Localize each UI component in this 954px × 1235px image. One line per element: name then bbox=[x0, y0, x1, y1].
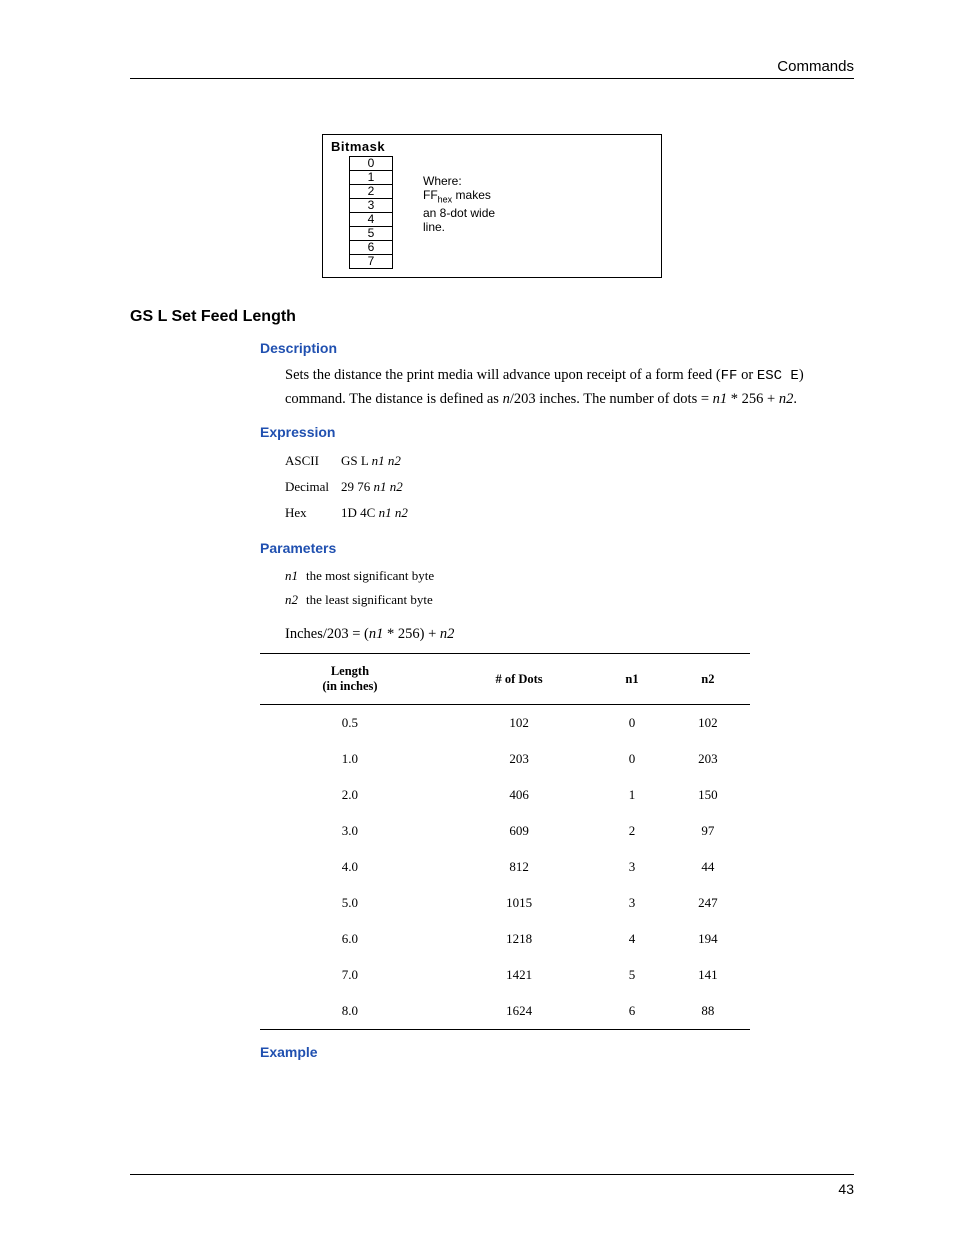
table-cell: 44 bbox=[666, 849, 750, 885]
bitmask-title: Bitmask bbox=[331, 139, 653, 154]
table-cell: 1015 bbox=[440, 885, 598, 921]
bitmask-note: Where: FFhex makes an 8-dot wide line. bbox=[423, 174, 495, 234]
table-cell: 8.0 bbox=[260, 993, 440, 1030]
description-text: Sets the distance the print media will a… bbox=[285, 364, 854, 410]
parameters-heading: Parameters bbox=[260, 540, 854, 556]
table-cell: 194 bbox=[666, 921, 750, 957]
table-cell: 3.0 bbox=[260, 813, 440, 849]
table-row: 8.01624688 bbox=[260, 993, 750, 1030]
table-row: 4.0812344 bbox=[260, 849, 750, 885]
header-rule: Commands bbox=[130, 78, 854, 79]
table-cell: 4.0 bbox=[260, 849, 440, 885]
bitmask-cell: 2 bbox=[350, 185, 393, 199]
col-length: Length (in inches) bbox=[260, 654, 440, 705]
bitmask-cell: 7 bbox=[350, 255, 393, 269]
expression-table: ASCII GS L n1 n2 Decimal 29 76 n1 n2 Hex… bbox=[285, 448, 420, 526]
description-heading: Description bbox=[260, 340, 854, 356]
table-row: 5.010153247 bbox=[260, 885, 750, 921]
table-row: 0.51020102 bbox=[260, 705, 750, 742]
table-cell: 4 bbox=[598, 921, 665, 957]
table-cell: 5.0 bbox=[260, 885, 440, 921]
table-row: 3.0609297 bbox=[260, 813, 750, 849]
header-section-label: Commands bbox=[777, 58, 854, 75]
table-cell: 203 bbox=[666, 741, 750, 777]
table-cell: 0 bbox=[598, 705, 665, 742]
example-heading: Example bbox=[260, 1044, 854, 1060]
table-cell: 6 bbox=[598, 993, 665, 1030]
formula-text: Inches/203 = (n1 * 256) + n2 bbox=[285, 626, 854, 643]
content: Bitmask 0 1 2 3 4 5 6 7 Where: FFhex mak… bbox=[130, 134, 854, 1060]
table-cell: 97 bbox=[666, 813, 750, 849]
bitmask-cell: 1 bbox=[350, 171, 393, 185]
table-cell: 0.5 bbox=[260, 705, 440, 742]
table-cell: 2.0 bbox=[260, 777, 440, 813]
expr-decimal-value: 29 76 n1 n2 bbox=[341, 474, 420, 500]
param-n1-def: the most significant byte bbox=[306, 564, 442, 588]
table-cell: 1421 bbox=[440, 957, 598, 993]
page-number: 43 bbox=[838, 1181, 854, 1197]
length-table: Length (in inches) # of Dots n1 n2 0.510… bbox=[260, 653, 750, 1030]
bitmask-cell: 3 bbox=[350, 199, 393, 213]
expr-decimal-label: Decimal bbox=[285, 474, 341, 500]
table-cell: 5 bbox=[598, 957, 665, 993]
table-row: 1.02030203 bbox=[260, 741, 750, 777]
table-cell: 247 bbox=[666, 885, 750, 921]
table-cell: 141 bbox=[666, 957, 750, 993]
expr-ascii-value: GS L n1 n2 bbox=[341, 448, 420, 474]
expr-ascii-label: ASCII bbox=[285, 448, 341, 474]
table-cell: 0 bbox=[598, 741, 665, 777]
page: Commands Bitmask 0 1 2 3 4 5 6 7 Where: … bbox=[0, 0, 954, 1235]
table-row: 2.04061150 bbox=[260, 777, 750, 813]
table-cell: 1218 bbox=[440, 921, 598, 957]
table-cell: 609 bbox=[440, 813, 598, 849]
table-cell: 7.0 bbox=[260, 957, 440, 993]
table-cell: 2 bbox=[598, 813, 665, 849]
table-cell: 1 bbox=[598, 777, 665, 813]
bitmask-table: 0 1 2 3 4 5 6 7 bbox=[349, 156, 393, 269]
table-row: 7.014215141 bbox=[260, 957, 750, 993]
table-cell: 3 bbox=[598, 885, 665, 921]
table-cell: 1624 bbox=[440, 993, 598, 1030]
table-cell: 102 bbox=[666, 705, 750, 742]
bitmask-cell: 0 bbox=[350, 157, 393, 171]
col-dots: # of Dots bbox=[440, 654, 598, 705]
table-cell: 406 bbox=[440, 777, 598, 813]
expr-hex-value: 1D 4C n1 n2 bbox=[341, 500, 420, 526]
param-n2-term: n2 bbox=[285, 588, 306, 612]
table-row: 6.012184194 bbox=[260, 921, 750, 957]
table-cell: 150 bbox=[666, 777, 750, 813]
parameters-table: n1 the most significant byte n2 the leas… bbox=[285, 564, 442, 612]
bitmask-cell: 5 bbox=[350, 227, 393, 241]
table-cell: 102 bbox=[440, 705, 598, 742]
col-n2: n2 bbox=[666, 654, 750, 705]
footer-rule bbox=[130, 1174, 854, 1175]
param-n1-term: n1 bbox=[285, 564, 306, 588]
col-n1: n1 bbox=[598, 654, 665, 705]
bitmask-figure: Bitmask 0 1 2 3 4 5 6 7 Where: FFhex mak… bbox=[322, 134, 662, 278]
table-cell: 6.0 bbox=[260, 921, 440, 957]
bitmask-cell: 6 bbox=[350, 241, 393, 255]
table-cell: 1.0 bbox=[260, 741, 440, 777]
table-cell: 203 bbox=[440, 741, 598, 777]
param-n2-def: the least significant byte bbox=[306, 588, 442, 612]
command-title: GS L Set Feed Length bbox=[130, 308, 854, 326]
table-cell: 88 bbox=[666, 993, 750, 1030]
bitmask-cell: 4 bbox=[350, 213, 393, 227]
expr-hex-label: Hex bbox=[285, 500, 341, 526]
table-cell: 812 bbox=[440, 849, 598, 885]
expression-heading: Expression bbox=[260, 424, 854, 440]
table-cell: 3 bbox=[598, 849, 665, 885]
